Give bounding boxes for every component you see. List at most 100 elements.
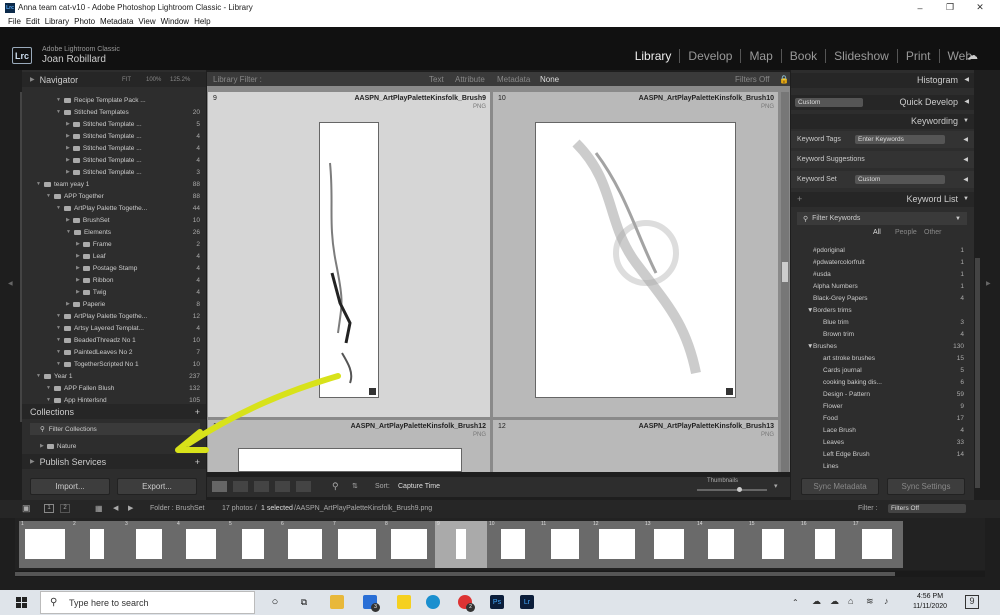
folder-row[interactable]: ▶ Ribbon 4 xyxy=(22,274,206,286)
module-library[interactable]: Library xyxy=(627,49,680,63)
edge-icon[interactable] xyxy=(426,595,440,609)
expand-triangle-icon[interactable]: ▶ xyxy=(66,217,70,223)
keyword-row[interactable]: #pdoriginal 1 xyxy=(791,244,974,256)
expand-triangle-icon[interactable]: ▶ xyxy=(76,289,80,295)
keyword-row[interactable]: Cards journal 5 xyxy=(791,364,974,376)
painter-icon[interactable]: ⚲ xyxy=(332,481,339,492)
forward-arrow-icon[interactable]: ▶ xyxy=(128,504,133,512)
keyword-row[interactable]: Left Edge Brush 14 xyxy=(791,448,974,460)
folder-row[interactable]: ▼ PaintedLeaves No 2 7 xyxy=(22,346,206,358)
filmstrip-thumbnail[interactable]: 8 xyxy=(383,521,435,568)
photoshop-icon[interactable]: Ps xyxy=(490,595,504,609)
keyword-row[interactable]: Blue trim 3 xyxy=(791,316,974,328)
menu-metadata[interactable]: Metadata xyxy=(100,17,133,26)
chat-icon[interactable]: 2 xyxy=(458,595,475,612)
grid-cell[interactable]: 12 AASPN_ArtPlayPaletteKinsfolk_Brush13 … xyxy=(493,420,778,472)
keyword-set-dropdown[interactable]: Custom xyxy=(855,175,945,184)
notifications-icon[interactable]: 9 xyxy=(965,595,979,609)
volume-icon[interactable]: ♪ xyxy=(884,596,889,606)
taskbar-clock[interactable]: 4:56 PM 11/11/2020 xyxy=(905,592,955,612)
grid-view-icon[interactable] xyxy=(212,481,227,492)
keyword-row[interactable]: ▼ Brushes 130 xyxy=(791,340,974,352)
menu-view[interactable]: View xyxy=(138,17,155,26)
expand-triangle-icon[interactable]: ▼ xyxy=(56,349,61,355)
sync-settings-button[interactable]: Sync Settings xyxy=(887,478,965,495)
tab-other[interactable]: Other xyxy=(924,229,942,236)
folder-row[interactable]: ▶ BrushSet 10 xyxy=(22,214,206,226)
folder-row[interactable]: ▶ Stitched Template ... 5 xyxy=(22,118,206,130)
filter-metadata-tab[interactable]: Metadata xyxy=(497,75,530,84)
survey-view-icon[interactable] xyxy=(275,481,290,492)
expand-triangle-icon[interactable]: ▶ xyxy=(66,121,70,127)
folder-row[interactable]: ▶ Stitched Template ... 4 xyxy=(22,130,206,142)
filmstrip-thumbnail[interactable]: 1 xyxy=(19,521,71,568)
add-keyword-icon[interactable]: + xyxy=(797,192,802,207)
filmstrip-thumbnail[interactable]: 9 xyxy=(435,521,487,568)
grid-scrollbar[interactable] xyxy=(781,92,789,472)
filmstrip-thumbnail[interactable]: 7 xyxy=(331,521,383,568)
filmstrip-thumbnail[interactable]: 10 xyxy=(487,521,539,568)
menu-photo[interactable]: Photo xyxy=(74,17,95,26)
show-hidden-icons[interactable]: ⌃ xyxy=(792,598,799,607)
menu-file[interactable]: File xyxy=(8,17,21,26)
keyword-row[interactable]: Lace Brush 4 xyxy=(791,424,974,436)
right-panel-toggle-icon[interactable]: ▶ xyxy=(986,280,991,287)
navigator-header[interactable]: ▶ Navigator FIT 100% 125.2% xyxy=(22,72,206,87)
menu-library[interactable]: Library xyxy=(45,17,69,26)
filter-status[interactable]: Filters Off xyxy=(735,75,770,84)
folder-row[interactable]: ▼ Artsy Layered Templat... 4 xyxy=(22,322,206,334)
page-2-button[interactable]: 2 xyxy=(60,504,70,513)
module-develop[interactable]: Develop xyxy=(679,49,740,63)
collapse-triangle-icon[interactable]: ◀ xyxy=(963,136,968,143)
expand-triangle-icon[interactable]: ▼ xyxy=(56,337,61,343)
folder-row[interactable]: ▶ Frame 2 xyxy=(22,238,206,250)
folder-row[interactable]: ▶ Twig 4 xyxy=(22,286,206,298)
thumbnail-size-slider[interactable] xyxy=(697,487,767,492)
grid-scroll-thumb[interactable] xyxy=(782,262,788,282)
expand-triangle-icon[interactable]: ▼ xyxy=(36,181,41,187)
back-arrow-icon[interactable]: ◀ xyxy=(113,504,118,512)
keyword-tags-dropdown[interactable]: Enter Keywords xyxy=(855,135,945,144)
folder-row[interactable]: ▼ BeadedThreadz No 1 10 xyxy=(22,334,206,346)
filmstrip-thumbnail[interactable]: 16 xyxy=(799,521,851,568)
keyword-row[interactable]: Design - Pattern 59 xyxy=(791,388,974,400)
folder-row[interactable]: ▶ Stitched Template ... 4 xyxy=(22,142,206,154)
expand-triangle-icon[interactable]: ▼ xyxy=(56,109,61,115)
folder-row[interactable]: ▼ Stitched Templates 20 xyxy=(22,106,206,118)
folder-row[interactable]: ▶ Paperie 8 xyxy=(22,298,206,310)
keyword-row[interactable]: Lines xyxy=(791,460,974,472)
expand-triangle-icon[interactable]: ▶ xyxy=(66,169,70,175)
onedrive-icon[interactable]: ☁ xyxy=(812,596,821,607)
expand-triangle-icon[interactable]: ▼ xyxy=(56,361,61,367)
filmstrip-thumbnail[interactable]: 6 xyxy=(279,521,331,568)
module-slideshow[interactable]: Slideshow xyxy=(825,49,897,63)
filmstrip-thumbnail[interactable]: 14 xyxy=(695,521,747,568)
filmstrip-scroll-thumb[interactable] xyxy=(15,572,895,576)
histogram-header[interactable]: Histogram ◀ xyxy=(791,73,974,88)
filmstrip-thumbnail[interactable]: 15 xyxy=(747,521,799,568)
people-view-icon[interactable] xyxy=(296,481,311,492)
folder-row[interactable]: ▼ TogetherScripted No 1 10 xyxy=(22,358,206,370)
cloud-icon[interactable]: ☁ xyxy=(967,49,978,62)
filmstrip-thumbnail[interactable]: 13 xyxy=(643,521,695,568)
menu-window[interactable]: Window xyxy=(161,17,189,26)
loupe-view-icon[interactable] xyxy=(233,481,248,492)
filmstrip-thumbnail[interactable]: 4 xyxy=(175,521,227,568)
file-explorer-icon[interactable] xyxy=(330,595,344,609)
keywording-header[interactable]: Keywording ▼ xyxy=(791,114,974,129)
filmstrip-thumbnail[interactable]: 5 xyxy=(227,521,279,568)
filter-text-tab[interactable]: Text xyxy=(429,75,444,84)
photo-thumbnail[interactable] xyxy=(535,122,736,398)
page-1-button[interactable]: 1 xyxy=(44,504,54,513)
keyword-row[interactable]: cooking baking dis... 6 xyxy=(791,376,974,388)
expand-triangle-icon[interactable]: ▶ xyxy=(66,145,70,151)
mail-icon[interactable]: 3 xyxy=(363,595,380,612)
filmstrip-thumbnail[interactable]: 2 xyxy=(71,521,123,568)
saved-preset-dropdown[interactable]: Custom xyxy=(795,98,863,107)
filmstrip-scrollbar[interactable] xyxy=(15,571,985,577)
keyword-row[interactable]: #pdwatercolorfruit 1 xyxy=(791,256,974,268)
wifi-icon[interactable]: ≋ xyxy=(866,596,874,607)
grid-mode-icon[interactable]: ▦ xyxy=(95,504,103,513)
keyword-row[interactable]: Leaves 33 xyxy=(791,436,974,448)
filter-keywords[interactable]: ⚲ Filter Keywords ▼ xyxy=(797,212,967,225)
